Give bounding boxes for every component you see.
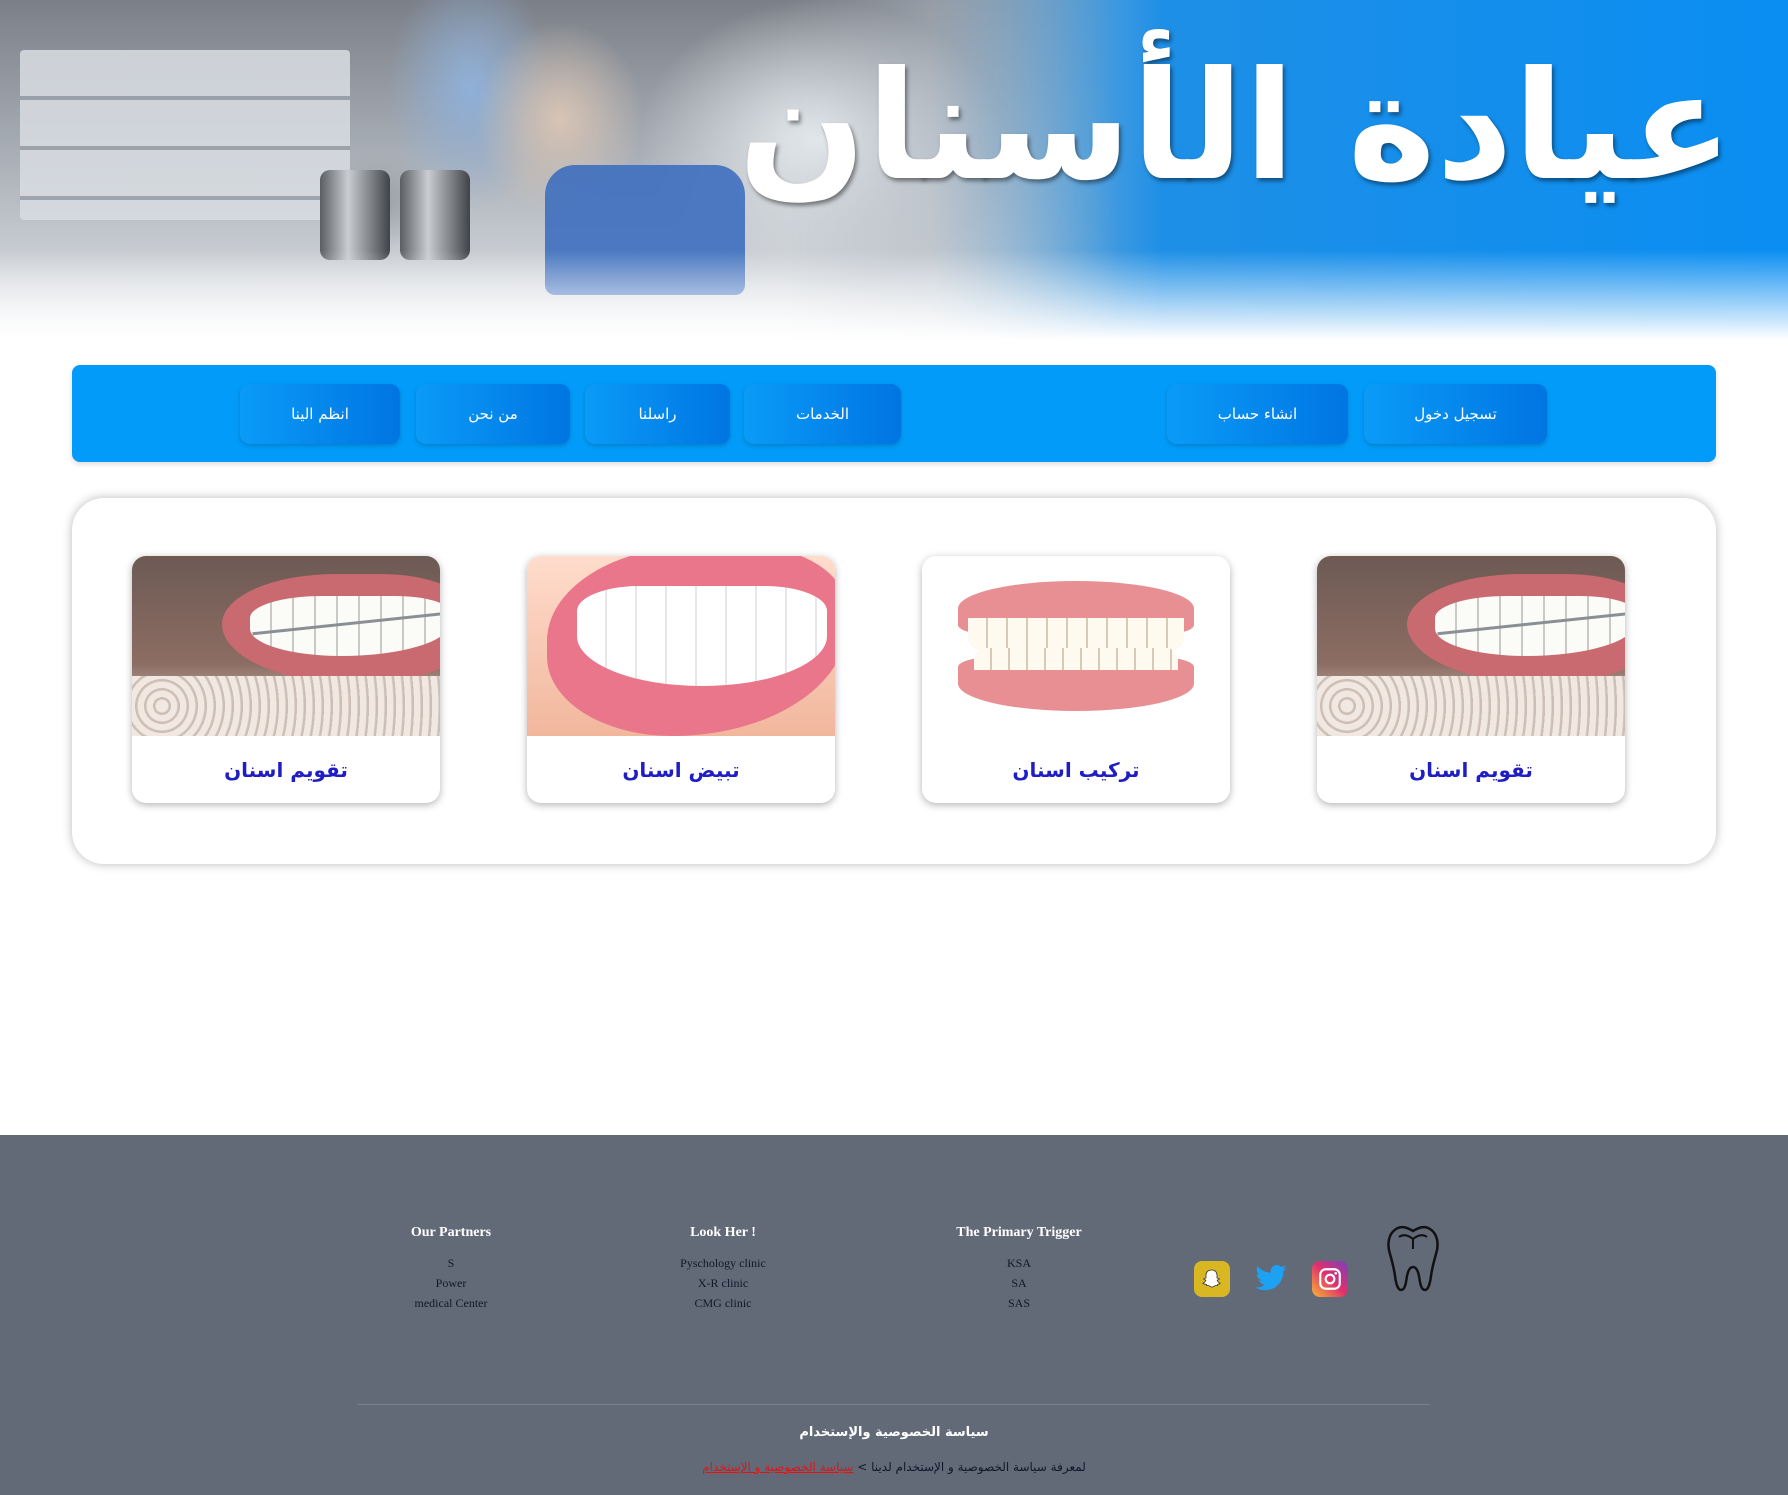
services-panel: تقويم اسنان تبيض اسنان تركيب اسنان تقويم… bbox=[72, 498, 1716, 864]
nav-register-button[interactable]: انشاء حساب bbox=[1167, 384, 1348, 444]
banner-drawers bbox=[20, 50, 350, 220]
nav-contact-button[interactable]: راسلنا bbox=[585, 384, 730, 444]
policy-text: لمعرفة سياسة الخصوصية و الإستخدام لدينا … bbox=[0, 1460, 1788, 1474]
footer-trigger-heading: The Primary Trigger bbox=[956, 1225, 1082, 1240]
footer-trigger-item: SAS bbox=[1007, 1296, 1030, 1310]
footer-trigger-column: The Primary Trigger KSA SA SAS bbox=[929, 1225, 1109, 1313]
footer-partner-item: Power bbox=[435, 1276, 467, 1290]
twitter-icon[interactable] bbox=[1253, 1261, 1289, 1297]
banner-fade bbox=[0, 250, 1788, 340]
footer-partners-heading: Our Partners bbox=[410, 1225, 492, 1240]
footer-trigger-item: KSA bbox=[1006, 1256, 1031, 1270]
policy-text-label: لمعرفة سياسة الخصوصية و الإستخدام لدينا … bbox=[857, 1460, 1086, 1474]
service-card-title: تقويم اسنان bbox=[1409, 757, 1533, 782]
service-card-title: تبيض اسنان bbox=[622, 757, 740, 782]
service-card-dentures[interactable]: تركيب اسنان bbox=[922, 556, 1230, 803]
policy-title: سياسة الخصوصية والإستخدام bbox=[799, 1425, 989, 1440]
header-banner: عيادة الأسنان bbox=[0, 0, 1788, 340]
nav-join-button[interactable]: انظم الينا bbox=[240, 384, 400, 444]
footer-look-column: Look Her ! Pyschology clinic X-R clinic … bbox=[633, 1225, 813, 1313]
footer-trigger-item: SA bbox=[1011, 1276, 1027, 1290]
service-card-braces-2[interactable]: تقويم اسنان bbox=[1317, 556, 1625, 803]
footer-partner-item: S bbox=[447, 1256, 455, 1270]
nav-services-button[interactable]: الخدمات bbox=[744, 384, 901, 444]
footer-divider bbox=[358, 1404, 1430, 1405]
service-card-whitening[interactable]: تبيض اسنان bbox=[527, 556, 835, 803]
service-card-braces[interactable]: تقويم اسنان bbox=[132, 556, 440, 803]
snapchat-icon[interactable] bbox=[1194, 1261, 1230, 1297]
braces-image bbox=[132, 556, 440, 736]
policy-link[interactable]: سياسة الخصوصية و الإستخدام bbox=[702, 1460, 853, 1474]
instagram-icon[interactable] bbox=[1312, 1261, 1348, 1297]
footer: Our Partners S Power medical Center Look… bbox=[0, 1135, 1788, 1495]
nav-login-button[interactable]: تسجيل دخول bbox=[1364, 384, 1547, 444]
footer-partner-item: medical Center bbox=[414, 1296, 488, 1310]
nav-about-button[interactable]: من نحن bbox=[416, 384, 570, 444]
denture-image bbox=[922, 556, 1230, 736]
page-title: عيادة الأسنان bbox=[738, 40, 1733, 214]
footer-look-item: Pyschology clinic bbox=[680, 1256, 766, 1270]
footer-partners-column: Our Partners S Power medical Center bbox=[361, 1225, 541, 1313]
footer-look-item: CMG clinic bbox=[694, 1296, 752, 1310]
main-nav: انظم الينا من نحن راسلنا الخدمات انشاء ح… bbox=[72, 365, 1716, 462]
tooth-icon[interactable] bbox=[1382, 1223, 1444, 1293]
whitening-image bbox=[527, 556, 835, 736]
service-card-title: تقويم اسنان bbox=[224, 757, 348, 782]
footer-look-item: X-R clinic bbox=[697, 1276, 749, 1290]
banner-canister bbox=[320, 170, 390, 260]
banner-canister bbox=[400, 170, 470, 260]
service-card-title: تركيب اسنان bbox=[1012, 757, 1140, 782]
braces-image bbox=[1317, 556, 1625, 736]
footer-look-heading: Look Her ! bbox=[690, 1225, 756, 1240]
